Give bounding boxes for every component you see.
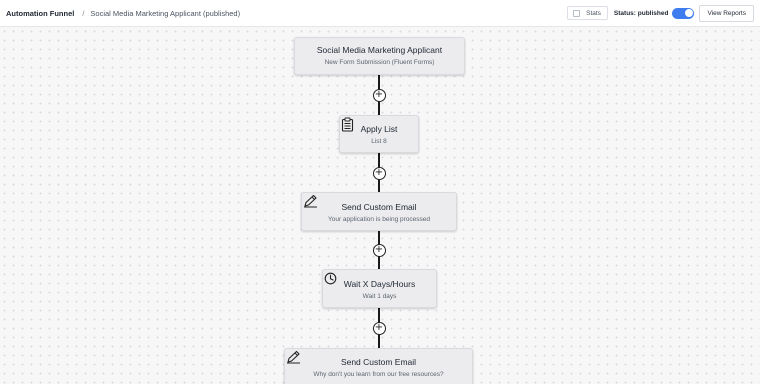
- add-step-button[interactable]: +: [372, 166, 386, 180]
- step-subtitle: Your application is being processed: [327, 216, 431, 223]
- breadcrumb-automation-funnel[interactable]: Automation Funnel: [6, 9, 74, 18]
- step-subtitle: Wait 1 days: [362, 293, 397, 300]
- clock-icon: [324, 272, 337, 285]
- step-subtitle: List 8: [371, 138, 387, 145]
- step-node-send-custom-email[interactable]: Send Custom Email Why don't you learn fr…: [284, 348, 473, 384]
- stats-toggle-button[interactable]: Stats: [567, 6, 608, 20]
- trigger-subtitle: New Form Submission (Fluent Forms): [324, 59, 435, 66]
- trigger-node[interactable]: Social Media Marketing Applicant New For…: [294, 37, 465, 75]
- add-step-button[interactable]: +: [372, 243, 386, 257]
- view-reports-button[interactable]: View Reports: [699, 4, 754, 22]
- status-toggle[interactable]: [672, 7, 695, 19]
- add-step-button[interactable]: +: [372, 88, 386, 102]
- toggle-knob: [684, 9, 693, 17]
- step-title: Wait X Days/Hours: [343, 279, 416, 289]
- top-bar: Automation Funnel / Social Media Marketi…: [0, 0, 760, 27]
- trigger-title: Social Media Marketing Applicant: [316, 45, 443, 55]
- step-subtitle: Why don't you learn from our free resour…: [313, 371, 444, 378]
- breadcrumb-current-funnel: Social Media Marketing Applicant (publis…: [90, 8, 241, 18]
- add-step-button[interactable]: +: [372, 321, 386, 335]
- step-title: Send Custom Email: [340, 357, 417, 367]
- step-node-send-custom-email[interactable]: Send Custom Email Your application is be…: [301, 192, 457, 231]
- step-node-apply-list[interactable]: Apply List List 8: [339, 115, 419, 153]
- breadcrumb-separator: /: [82, 8, 85, 18]
- pen-email-icon: [287, 350, 300, 364]
- pen-email-icon: [304, 194, 317, 208]
- header-actions: Stats Status: published View Reports: [567, 4, 754, 22]
- step-title: Send Custom Email: [341, 202, 417, 212]
- stats-label: Stats: [586, 9, 601, 17]
- stats-checkbox-icon[interactable]: [573, 9, 581, 17]
- clipboard-list-icon: [341, 117, 354, 132]
- step-node-wait[interactable]: Wait X Days/Hours Wait 1 days: [322, 269, 437, 308]
- status-label: Status: published: [613, 9, 669, 17]
